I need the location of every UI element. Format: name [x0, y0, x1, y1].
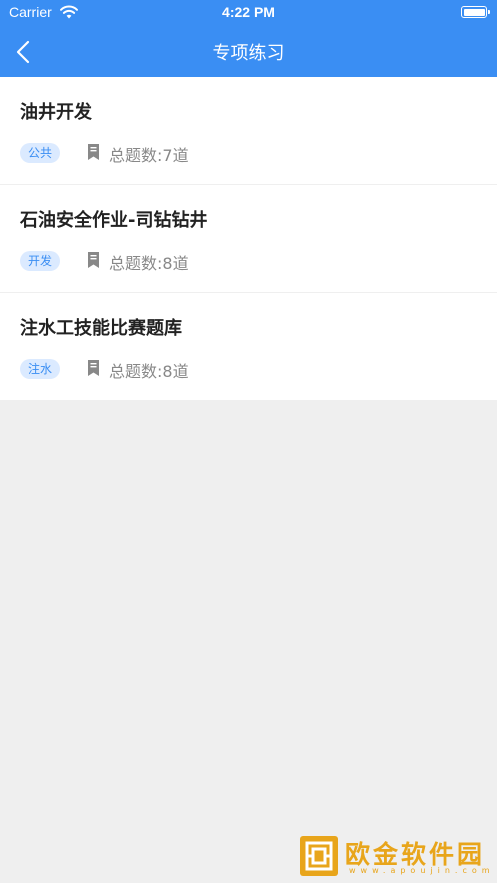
list-item[interactable]: 石油安全作业-司钻钻井 开发 总题数:8道: [0, 185, 497, 293]
page-title: 专项练习: [212, 43, 285, 64]
watermark-url: www.apoujin.com: [349, 866, 495, 875]
top-bar: Carrier 4:22 PM 专项练习: [0, 0, 497, 77]
status-bar: Carrier 4:22 PM: [0, 0, 497, 26]
category-tag: 开发: [20, 251, 61, 271]
category-tag: 公共: [20, 143, 61, 163]
item-title: 石油安全作业-司钻钻井: [20, 210, 208, 231]
nav-bar: 专项练习: [0, 26, 497, 77]
watermark: 欧金软件园 www.apoujin.com: [296, 833, 491, 879]
question-count: 总题数:8道: [109, 254, 189, 273]
list-item[interactable]: 油井开发 公共 总题数:7道: [0, 77, 497, 185]
status-time: 4:22 PM: [222, 4, 275, 20]
item-title: 注水工技能比赛题库: [20, 318, 182, 339]
battery-icon: [461, 6, 490, 18]
practice-list: 油井开发 公共 总题数:7道 石油安全作业-司钻钻井 开发 总题数:8道 注水工…: [0, 77, 497, 400]
bookmark-icon: [88, 144, 99, 160]
question-count: 总题数:7道: [109, 146, 189, 165]
question-count: 总题数:8道: [109, 362, 189, 381]
watermark-logo-icon: [300, 836, 338, 876]
item-title: 油井开发: [20, 102, 92, 123]
list-item[interactable]: 注水工技能比赛题库 注水 总题数:8道: [0, 293, 497, 400]
category-tag: 注水: [20, 359, 61, 379]
bookmark-icon: [88, 360, 99, 376]
bookmark-icon: [88, 252, 99, 268]
